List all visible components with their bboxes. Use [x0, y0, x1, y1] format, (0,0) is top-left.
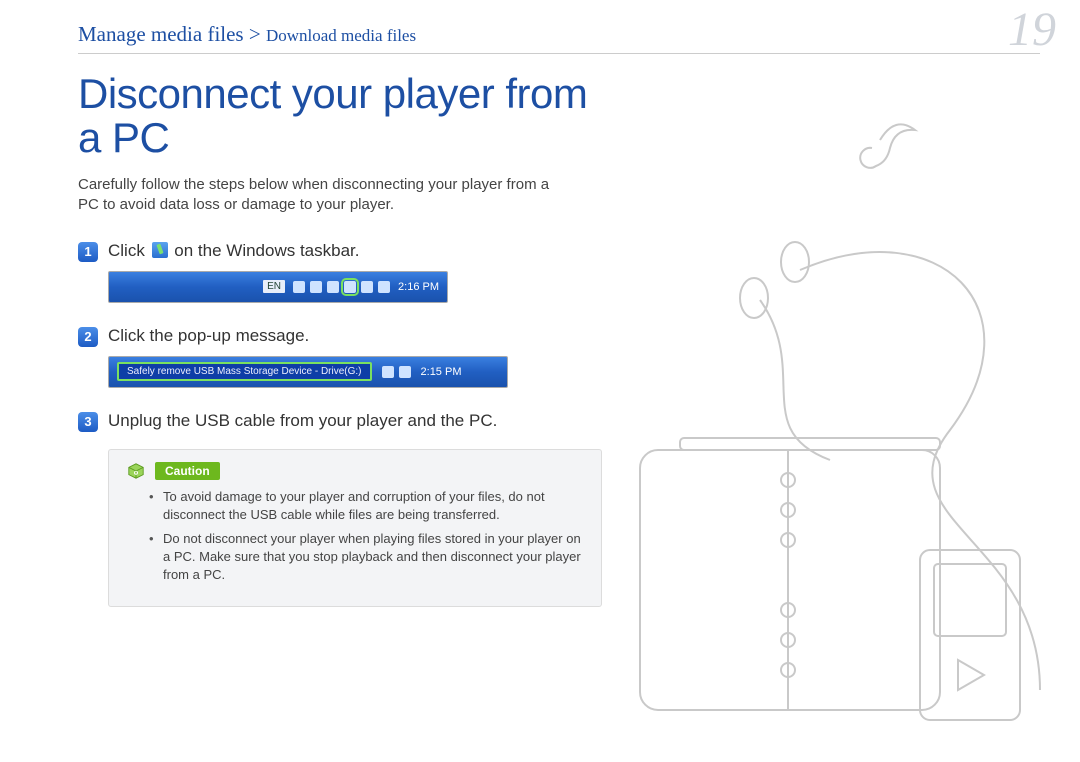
- steps-list: 1 Click on the Windows taskbar. EN 2:16 …: [78, 240, 573, 608]
- intro-text: Carefully follow the steps below when di…: [78, 175, 573, 216]
- taskbar-clock: 2:16 PM: [398, 281, 439, 293]
- taskbar-screenshot-2: Safely remove USB Mass Storage Device - …: [108, 356, 508, 388]
- taskbar-tray: [293, 281, 390, 293]
- step-3-text: Unplug the USB cable from your player an…: [108, 410, 497, 433]
- step-1-pre: Click: [108, 241, 150, 260]
- taskbar-clock-2: 2:15 PM: [421, 366, 462, 378]
- step-2: 2 Click the pop-up message.: [78, 325, 573, 348]
- header-rule: [78, 53, 1040, 54]
- caution-box: Caution To avoid damage to your player a…: [108, 449, 602, 608]
- tray-icon: [399, 366, 411, 378]
- safely-remove-tray-icon: [344, 281, 356, 293]
- tray-icon: [327, 281, 339, 293]
- caution-label: Caution: [155, 462, 220, 480]
- tray-icon: [382, 366, 394, 378]
- caution-item: To avoid damage to your player and corru…: [149, 488, 585, 524]
- step-number-badge: 1: [78, 242, 98, 262]
- step-1-post: on the Windows taskbar.: [170, 241, 360, 260]
- caution-item: Do not disconnect your player when playi…: [149, 530, 585, 585]
- breadcrumb-sep: >: [244, 22, 266, 46]
- step-2-text: Click the pop-up message.: [108, 325, 309, 348]
- step-number-badge: 2: [78, 327, 98, 347]
- tray-icon: [310, 281, 322, 293]
- taskbar-screenshot-1: EN 2:16 PM: [108, 271, 448, 303]
- caution-cube-icon: [125, 462, 147, 480]
- taskbar-popup-message: Safely remove USB Mass Storage Device - …: [117, 362, 372, 381]
- page-number: 19: [1008, 6, 1056, 54]
- tray-icon: [361, 281, 373, 293]
- breadcrumb-main: Manage media files: [78, 22, 244, 46]
- decorative-illustration: [620, 70, 1080, 750]
- breadcrumb: Manage media files > Download media file…: [78, 22, 416, 47]
- step-1-text: Click on the Windows taskbar.: [108, 240, 360, 263]
- taskbar-tray-2: [382, 366, 411, 378]
- breadcrumb-sub: Download media files: [266, 26, 416, 45]
- step-1: 1 Click on the Windows taskbar.: [78, 240, 573, 263]
- safely-remove-icon: [152, 242, 168, 258]
- tray-icon: [293, 281, 305, 293]
- step-3: 3 Unplug the USB cable from your player …: [78, 410, 573, 433]
- taskbar-lang: EN: [263, 280, 285, 293]
- step-number-badge: 3: [78, 412, 98, 432]
- tray-icon: [378, 281, 390, 293]
- page-title: Disconnect your player from a PC: [78, 72, 598, 160]
- caution-list: To avoid damage to your player and corru…: [149, 488, 585, 585]
